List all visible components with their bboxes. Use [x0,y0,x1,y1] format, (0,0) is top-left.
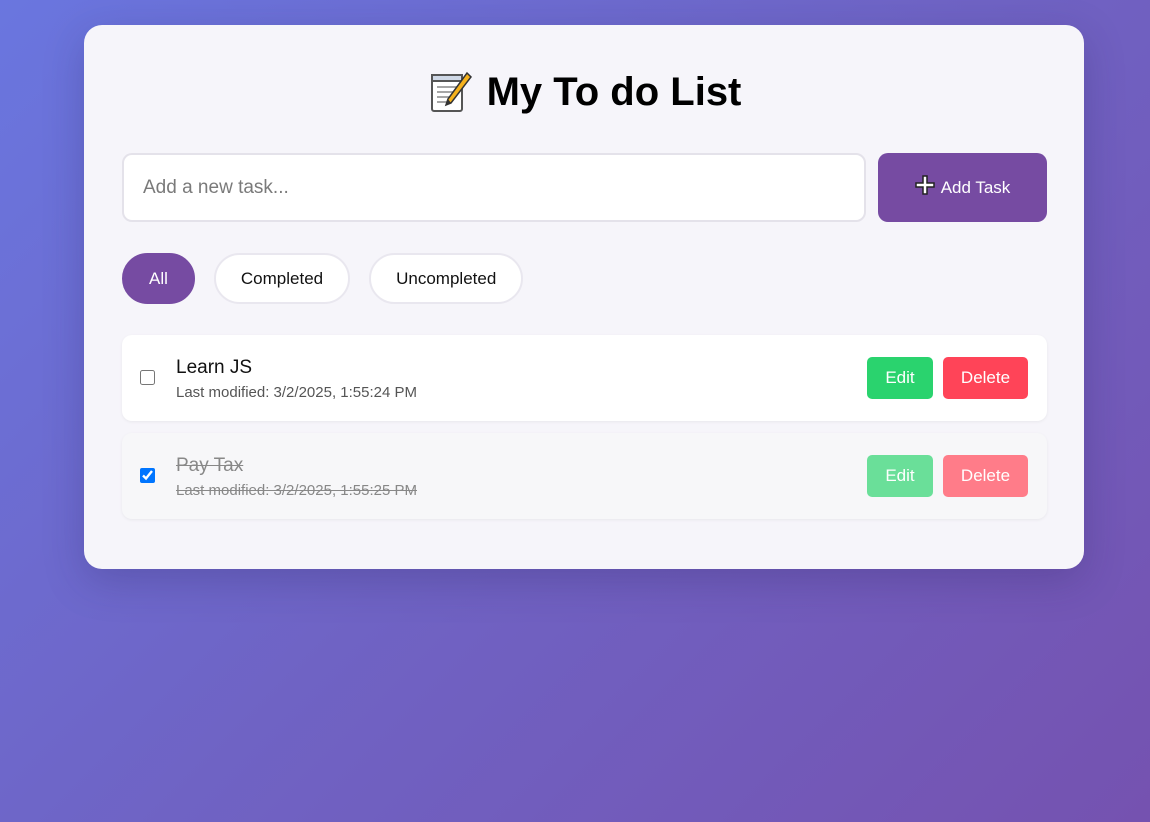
task-checkbox[interactable] [140,370,155,385]
title-text: My To do List [486,70,742,114]
task-name: Learn JS [176,357,253,378]
task-item: Learn JS Last modified: 3/2/2025, 1:55:2… [122,335,1047,421]
filter-bar: All Completed Uncompleted [122,253,524,304]
task-modified: Last modified: 3/2/2025, 1:55:25 PM [176,482,417,499]
memo-icon [427,69,473,115]
task-item: Pay Tax Last modified: 3/2/2025, 1:55:25… [122,433,1047,519]
filter-all[interactable]: All [122,253,195,304]
todo-card: My To do List Add Task All Completed Unc… [84,25,1084,569]
task-checkbox[interactable] [140,468,155,483]
page-title: My To do List [84,67,1084,117]
edit-button[interactable]: Edit [867,357,933,399]
new-task-input[interactable] [122,153,866,222]
task-modified: Last modified: 3/2/2025, 1:55:24 PM [176,384,417,401]
add-task-button[interactable]: Add Task [878,153,1047,222]
plus-icon [914,175,935,200]
edit-button[interactable]: Edit [867,455,933,497]
task-name: Pay Tax [176,455,244,476]
delete-button[interactable]: Delete [943,357,1028,399]
add-task-label: Add Task [940,177,1011,197]
delete-button[interactable]: Delete [943,455,1028,497]
filter-completed[interactable]: Completed [213,253,351,304]
filter-uncompleted[interactable]: Uncompleted [369,253,524,304]
